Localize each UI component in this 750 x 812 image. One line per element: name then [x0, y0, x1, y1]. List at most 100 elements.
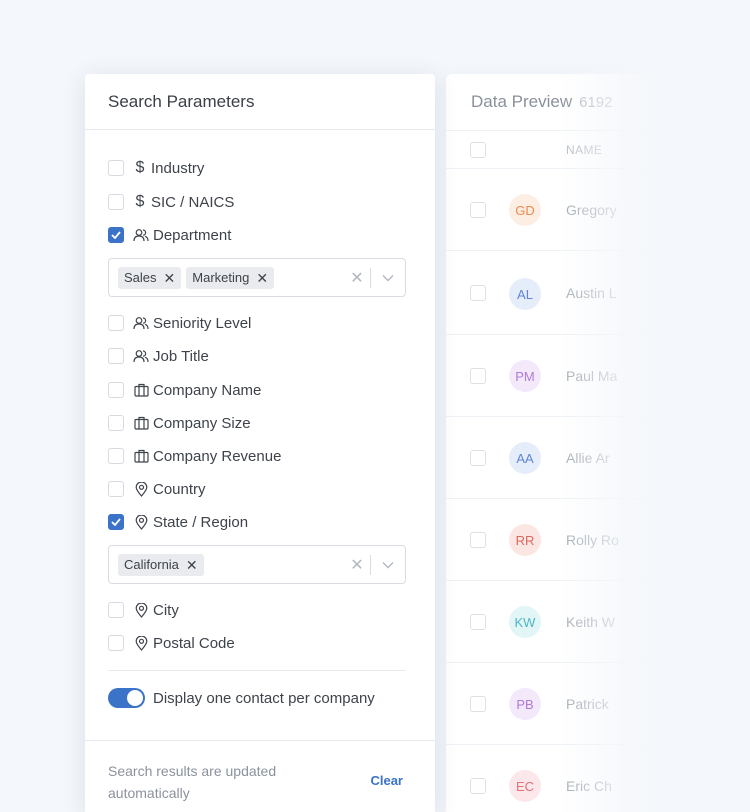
row-checkbox[interactable]: [470, 778, 486, 794]
result-count: 6192: [579, 93, 613, 111]
avatar: AA: [509, 442, 541, 474]
department-checkbox[interactable]: [108, 227, 124, 243]
avatar: EC: [509, 770, 541, 802]
company-size-checkbox[interactable]: [108, 415, 124, 431]
toggle-knob: [127, 690, 143, 706]
location-pin-icon: [133, 481, 149, 497]
avatar: PM: [509, 360, 541, 392]
users-icon: [133, 227, 149, 243]
option-country[interactable]: Country: [108, 479, 206, 499]
postal-code-checkbox[interactable]: [108, 635, 124, 651]
option-city[interactable]: City: [108, 600, 179, 620]
table-row[interactable]: AL Austin L: [446, 251, 750, 335]
tag-label: Marketing: [192, 270, 250, 285]
option-label: Company Size: [153, 414, 251, 432]
tag-california: California ✕: [118, 553, 204, 576]
option-sic-naics[interactable]: $ SIC / NAICS: [108, 192, 234, 212]
row-checkbox[interactable]: [470, 696, 486, 712]
location-pin-icon: [133, 514, 149, 530]
row-checkbox[interactable]: [470, 368, 486, 384]
avatar: AL: [509, 278, 541, 310]
search-parameters-panel: Search Parameters $ Industry $ SIC / NAI…: [85, 74, 435, 812]
avatar: KW: [509, 606, 541, 638]
option-label: Seniority Level: [153, 314, 252, 332]
one-contact-per-company-row: Display one contact per company: [108, 688, 375, 708]
contact-name: Eric Ch: [566, 778, 612, 794]
tag-label: Sales: [124, 270, 157, 285]
table-row[interactable]: GD Gregory: [446, 169, 750, 251]
option-state-region[interactable]: State / Region: [108, 512, 248, 532]
avatar: GD: [509, 194, 541, 226]
row-checkbox[interactable]: [470, 532, 486, 548]
job-title-checkbox[interactable]: [108, 348, 124, 364]
users-icon: [133, 315, 149, 331]
department-multiselect[interactable]: Sales ✕ Marketing ✕ ✕: [108, 258, 406, 297]
clear-selection-icon[interactable]: ✕: [344, 268, 370, 288]
tag-sales: Sales ✕: [118, 266, 182, 289]
users-icon: [133, 348, 149, 364]
chevron-down-icon[interactable]: [371, 274, 405, 282]
option-industry[interactable]: $ Industry: [108, 158, 204, 178]
dollar-icon: $: [135, 193, 145, 210]
row-checkbox[interactable]: [470, 450, 486, 466]
option-label: Job Title: [153, 347, 209, 365]
option-postal-code[interactable]: Postal Code: [108, 633, 235, 653]
contact-name: Rolly Ro: [566, 532, 619, 548]
option-label: Company Revenue: [153, 447, 282, 465]
table-row[interactable]: KW Keith W: [446, 581, 750, 663]
select-all-checkbox[interactable]: [470, 141, 486, 158]
state-region-checkbox[interactable]: [108, 514, 124, 530]
table-row[interactable]: RR Rolly Ro: [446, 499, 750, 581]
company-revenue-checkbox[interactable]: [108, 448, 124, 464]
option-label: SIC / NAICS: [151, 193, 235, 211]
table-row[interactable]: PM Paul Ma: [446, 335, 750, 417]
data-preview-header: Data Preview 6192: [446, 74, 750, 131]
contact-name: Austin L: [566, 285, 617, 301]
remove-tag-icon[interactable]: ✕: [186, 558, 198, 572]
row-checkbox[interactable]: [470, 202, 486, 218]
contact-name: Gregory: [566, 202, 617, 218]
remove-tag-icon[interactable]: ✕: [164, 271, 176, 285]
location-pin-icon: [133, 602, 149, 618]
industry-checkbox[interactable]: [108, 160, 124, 176]
option-department[interactable]: Department: [108, 225, 231, 245]
chevron-down-icon[interactable]: [371, 561, 405, 569]
data-preview-panel: Data Preview 6192 NAME GD Gregory AL Aus…: [446, 74, 750, 812]
remove-tag-icon[interactable]: ✕: [256, 271, 268, 285]
column-header-name[interactable]: NAME: [566, 143, 602, 157]
option-seniority-level[interactable]: Seniority Level: [108, 313, 251, 333]
city-checkbox[interactable]: [108, 602, 124, 618]
country-checkbox[interactable]: [108, 481, 124, 497]
option-company-revenue[interactable]: Company Revenue: [108, 446, 281, 466]
table-row[interactable]: PB Patrick: [446, 663, 750, 745]
option-label: Department: [153, 226, 232, 244]
option-label: City: [153, 601, 179, 619]
option-company-name[interactable]: Company Name: [108, 380, 261, 400]
table-row[interactable]: AA Allie Ar: [446, 417, 750, 499]
auto-update-note: Search results are updated automatically: [108, 763, 277, 801]
avatar: PB: [509, 688, 541, 720]
option-label: Company Name: [153, 381, 262, 399]
table-header: NAME: [446, 131, 750, 169]
checkmark-icon: [111, 231, 121, 239]
sic-naics-checkbox[interactable]: [108, 194, 124, 210]
contact-name: Paul Ma: [566, 368, 618, 384]
row-checkbox[interactable]: [470, 614, 486, 630]
option-job-title[interactable]: Job Title: [108, 346, 209, 366]
seniority-level-checkbox[interactable]: [108, 315, 124, 331]
clear-button[interactable]: Clear: [370, 773, 403, 788]
one-contact-per-company-toggle[interactable]: [108, 688, 145, 708]
option-label: Industry: [151, 159, 205, 177]
option-company-size[interactable]: Company Size: [108, 413, 251, 433]
avatar: RR: [509, 524, 541, 556]
briefcase-icon: [133, 415, 149, 431]
table-row[interactable]: EC Eric Ch: [446, 745, 750, 812]
row-checkbox[interactable]: [470, 285, 486, 301]
location-pin-icon: [133, 635, 149, 651]
state-region-multiselect[interactable]: California ✕ ✕: [108, 545, 406, 584]
contact-name: Keith W: [566, 614, 616, 630]
data-preview-title: Data Preview: [471, 92, 573, 111]
company-name-checkbox[interactable]: [108, 382, 124, 398]
clear-selection-icon[interactable]: ✕: [344, 555, 370, 575]
panel-title: Search Parameters: [85, 74, 435, 130]
